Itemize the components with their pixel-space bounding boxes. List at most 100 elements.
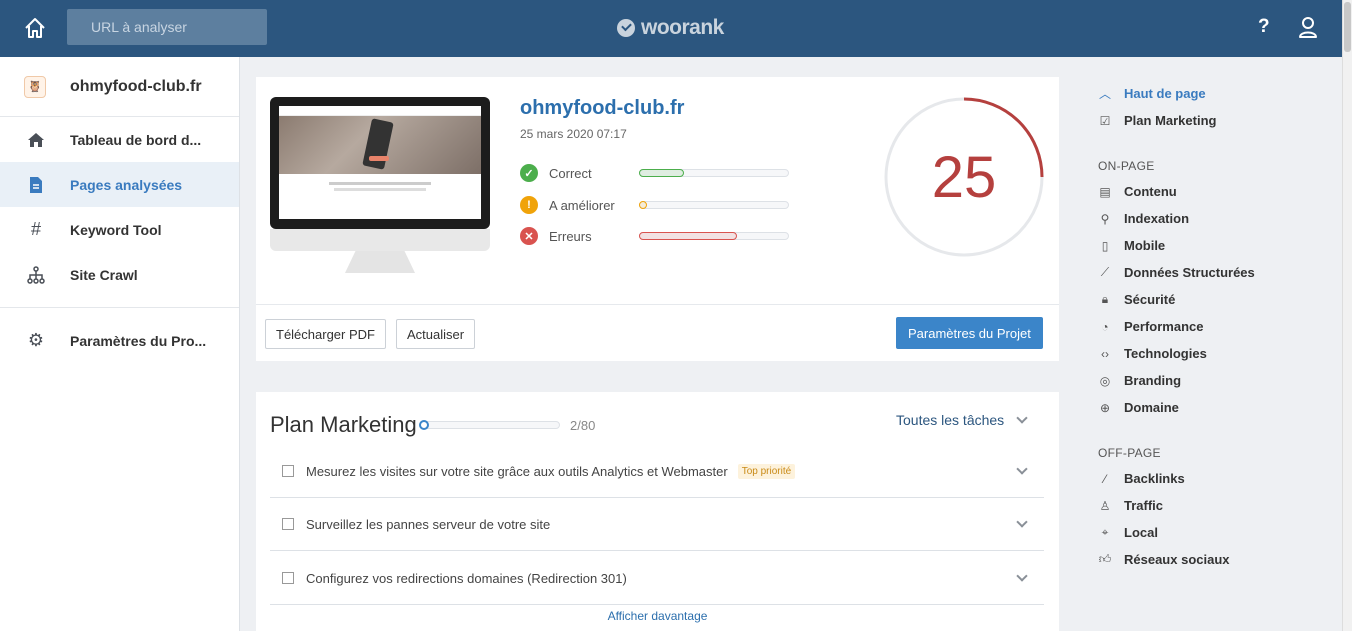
fingerprint-icon: ◎	[1099, 373, 1111, 388]
preview-foot	[345, 251, 415, 273]
search-icon: ⚲	[1100, 211, 1110, 226]
gear-icon: ⚙	[27, 330, 45, 350]
toc-label: Contenu	[1124, 184, 1177, 199]
toc-technologies[interactable]: ‹› Technologies	[1098, 340, 1338, 367]
toc-indexation[interactable]: ⚲ Indexation	[1098, 205, 1338, 232]
site-title[interactable]: ohmyfood-club.fr	[520, 97, 684, 120]
marketing-progress-count: 2/80	[570, 418, 596, 433]
task-text: Configurez vos redirections domaines (Re…	[306, 570, 627, 586]
task-filter-label: Toutes les tâches	[896, 412, 1005, 428]
woorank-logo: woorank	[617, 14, 724, 42]
task-row[interactable]: Mesurez les visites sur votre site grâce…	[270, 445, 1044, 498]
nav-item-dashboard[interactable]: Tableau de bord d...	[0, 117, 239, 162]
location-pin-icon: ⌖	[1101, 525, 1109, 539]
toc-label: Mobile	[1124, 238, 1166, 253]
chevron-down-icon	[1016, 412, 1028, 424]
help-button[interactable]: ?	[1258, 16, 1270, 38]
person-icon: ♙	[1099, 498, 1111, 513]
toc-contenu[interactable]: ▤ Contenu	[1098, 178, 1338, 205]
project-settings-button[interactable]: Paramètres du Projet	[896, 317, 1043, 349]
site-selector[interactable]: 🦉 ohmyfood-club.fr	[0, 57, 239, 117]
toc-label: Réseaux sociaux	[1124, 552, 1230, 567]
toc-domaine[interactable]: ⊕ Domaine	[1098, 394, 1338, 421]
lock-icon: 🔒︎	[1101, 292, 1109, 306]
site-favicon-icon: 🦉	[24, 75, 46, 98]
nav-gap	[0, 297, 239, 307]
summary-card: ohmyfood-club.fr 25 mars 2020 07:17 ✓ Co…	[256, 77, 1059, 361]
nav-item-pages-analysees[interactable]: Pages analysées	[0, 162, 239, 207]
nav-label: Pages analysées	[70, 176, 183, 193]
nav-label: Site Crawl	[70, 266, 138, 283]
code-icon: ‹›	[1101, 346, 1109, 361]
toc-branding[interactable]: ◎ Branding	[1098, 367, 1338, 394]
toc-label: Branding	[1124, 373, 1182, 388]
metric-bar	[639, 169, 789, 177]
left-sidebar: 🦉 ohmyfood-club.fr Tableau de bord d... …	[0, 57, 240, 631]
toc-backlinks[interactable]: ⁄ Backlinks	[1098, 465, 1338, 492]
chevron-down-icon[interactable]	[1016, 516, 1028, 528]
show-more-link[interactable]: Afficher davantage	[256, 609, 1059, 623]
document-icon	[26, 175, 46, 195]
chevron-down-icon[interactable]	[1016, 463, 1028, 475]
summary-divider	[256, 304, 1059, 305]
metric-fill	[639, 232, 737, 240]
marketing-plan-card: Plan Marketing 2/80 Toutes les tâches Me…	[256, 392, 1059, 631]
metric-errors: ✕ Erreurs	[520, 226, 800, 246]
progress-dot	[419, 420, 429, 430]
user-icon[interactable]	[1297, 15, 1319, 39]
nav-item-project-settings[interactable]: ⚙ Paramètres du Pro...	[0, 318, 239, 363]
page-scrollbar[interactable]	[1342, 0, 1352, 631]
download-pdf-button[interactable]: Télécharger PDF	[265, 319, 386, 349]
scrollbar-thumb[interactable]	[1344, 2, 1351, 52]
toc-social[interactable]: 👍︎ Réseaux sociaux	[1098, 546, 1338, 573]
site-name: ohmyfood-club.fr	[70, 77, 202, 95]
task-row[interactable]: Configurez vos redirections domaines (Re…	[270, 552, 1044, 605]
task-text: Surveillez les pannes serveur de votre s…	[306, 516, 551, 532]
toc-back-to-top[interactable]: ︿ Haut de page	[1098, 80, 1338, 107]
score-gauge: 25	[883, 96, 1045, 258]
task-filter-dropdown[interactable]: Toutes les tâches	[896, 412, 1028, 428]
refresh-button[interactable]: Actualiser	[396, 319, 476, 349]
toc-label: Sécurité	[1124, 292, 1176, 307]
toc-performance[interactable]: ◔ Performance	[1098, 313, 1338, 340]
logo-check-icon	[617, 19, 635, 37]
preview-screen	[270, 97, 490, 229]
toc-label: Domaine	[1124, 400, 1179, 415]
nav-item-site-crawl[interactable]: Site Crawl	[0, 252, 239, 297]
metric-fill	[639, 169, 684, 177]
chevron-up-icon: ︿	[1098, 87, 1111, 101]
preview-screenshot	[279, 106, 481, 219]
sitemap-icon	[26, 265, 46, 285]
task-checkbox[interactable]	[282, 572, 294, 584]
nav-gap	[0, 308, 239, 318]
nav-label: Paramètres du Pro...	[70, 332, 207, 349]
task-row[interactable]: Surveillez les pannes serveur de votre s…	[270, 498, 1044, 551]
toc-label: Haut de page	[1124, 86, 1206, 101]
globe-icon: ⊕	[1099, 400, 1111, 415]
toc-label: Local	[1124, 525, 1158, 540]
metric-bar	[639, 232, 789, 240]
toc-heading-off-page: OFF-PAGE	[1098, 446, 1161, 460]
metric-correct: ✓ Correct	[520, 163, 800, 183]
toc-structured-data[interactable]: ⟋ Données Structurées	[1098, 259, 1338, 286]
nav-item-keyword-tool[interactable]: # Keyword Tool	[0, 207, 239, 252]
nav-label: Tableau de bord d...	[70, 131, 202, 148]
task-checkbox[interactable]	[282, 465, 294, 477]
top-bar: woorank ?	[0, 0, 1342, 57]
home-icon[interactable]	[22, 15, 48, 41]
toc-securite[interactable]: 🔒︎ Sécurité	[1098, 286, 1338, 313]
toc-mobile[interactable]: ▯ Mobile	[1098, 232, 1338, 259]
toc-plan-marketing[interactable]: ☑ Plan Marketing	[1098, 107, 1338, 134]
marketing-title: Plan Marketing	[270, 412, 417, 437]
chevron-down-icon[interactable]	[1016, 570, 1028, 582]
toc-traffic[interactable]: ♙ Traffic	[1098, 492, 1338, 519]
site-preview	[270, 97, 490, 275]
priority-badge: Top priorité	[737, 463, 796, 479]
logo-text: woorank	[641, 16, 724, 39]
mobile-icon: ▯	[1101, 238, 1109, 253]
url-input[interactable]	[67, 9, 267, 45]
toc-local[interactable]: ⌖ Local	[1098, 519, 1338, 546]
metric-to-improve: ! A améliorer	[520, 195, 800, 215]
analysis-date: 25 mars 2020 07:17	[520, 127, 627, 141]
task-checkbox[interactable]	[282, 518, 294, 530]
